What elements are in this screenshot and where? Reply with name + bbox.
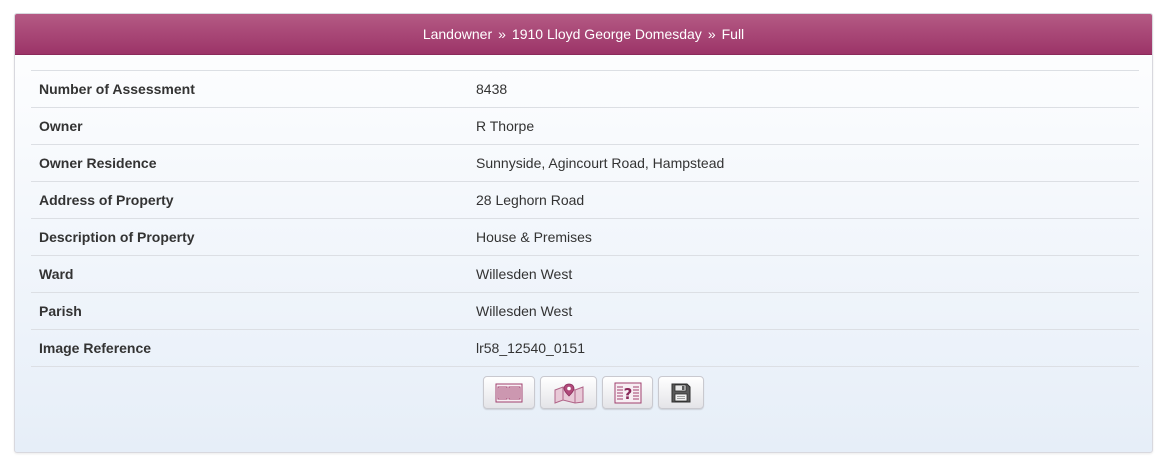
field-value: 8438 [476,81,508,97]
table-row: Ward Willesden West [31,256,1139,293]
table-row: Description of Property House & Premises [31,219,1139,256]
help-document-icon: ? [614,382,642,404]
field-label: Description of Property [39,229,195,245]
breadcrumb-full: Full [721,26,745,42]
field-label: Image Reference [39,340,152,356]
field-label: Ward [39,266,74,282]
table-row: Owner R Thorpe [31,108,1139,145]
panel-header: Landowner » 1910 Lloyd George Domesday »… [15,14,1152,55]
record-table: Number of Assessment 8438 Owner R Thorpe… [31,70,1139,367]
field-label: Owner Residence [39,155,157,171]
table-row: Owner Residence Sunnyside, Agincourt Roa… [31,145,1139,182]
field-label: Owner [39,118,83,134]
document-icon [495,383,523,403]
record-toolbar: ? [483,376,704,409]
table-row: Address of Property 28 Leghorn Road [31,182,1139,219]
field-label: Number of Assessment [39,81,195,97]
field-value: House & Premises [476,229,592,245]
field-value: Willesden West [476,303,573,319]
field-value: Sunnyside, Agincourt Road, Hampstead [476,155,725,171]
save-disk-icon [670,382,692,404]
field-value: R Thorpe [476,118,535,134]
field-label: Parish [39,303,82,319]
svg-text:?: ? [623,385,632,403]
table-row: Parish Willesden West [31,293,1139,330]
field-value: Willesden West [476,266,573,282]
field-value: lr58_12540_0151 [476,340,585,356]
breadcrumb-separator: » [498,26,506,42]
breadcrumb: Landowner » 1910 Lloyd George Domesday »… [423,26,744,42]
breadcrumb-domesday[interactable]: 1910 Lloyd George Domesday [512,26,702,42]
view-document-button[interactable] [483,376,535,409]
view-map-button[interactable] [540,376,597,409]
breadcrumb-landowner[interactable]: Landowner [423,26,492,42]
field-value: 28 Leghorn Road [476,192,585,208]
map-pin-icon [553,382,585,404]
table-row: Image Reference lr58_12540_0151 [31,330,1139,367]
save-button[interactable] [658,376,704,409]
record-panel: Landowner » 1910 Lloyd George Domesday »… [14,13,1153,453]
field-label: Address of Property [39,192,174,208]
help-button[interactable]: ? [602,376,653,409]
table-row: Number of Assessment 8438 [31,71,1139,108]
breadcrumb-separator: » [707,26,716,42]
